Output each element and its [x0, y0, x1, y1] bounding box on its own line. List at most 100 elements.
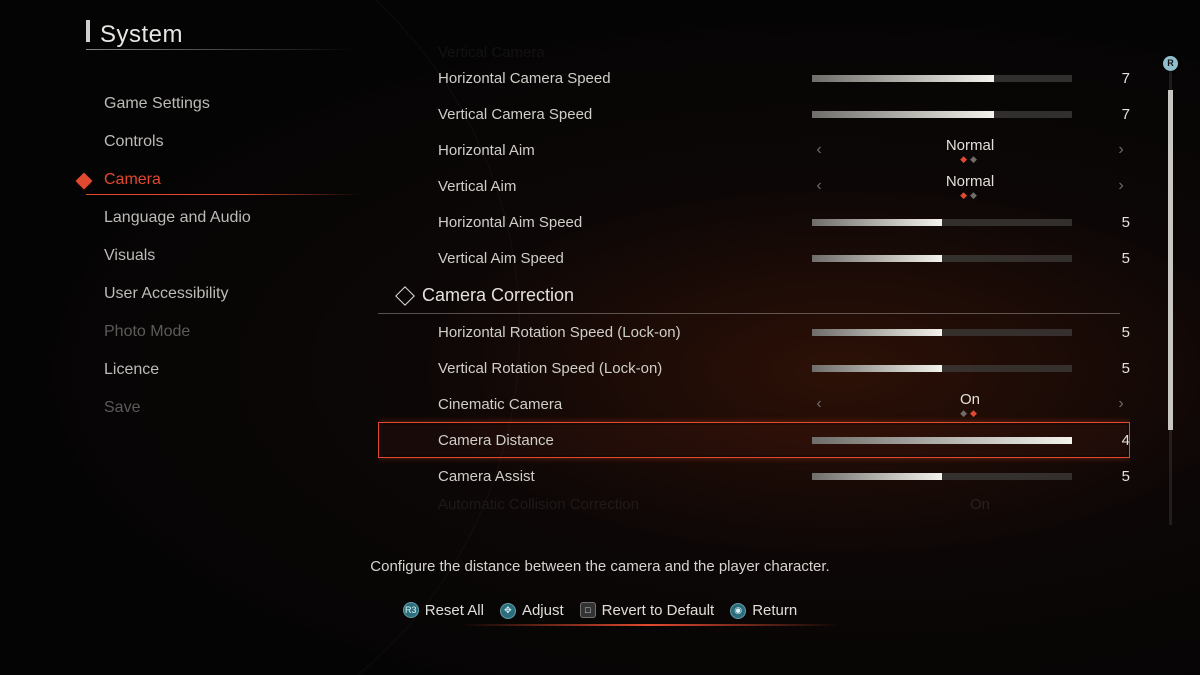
setting-row-vertical-rotation-speed-lock-on-[interactable]: Vertical Rotation Speed (Lock-on)5 [378, 350, 1130, 386]
section-header-camera-correction: Camera Correction [378, 278, 1120, 314]
hint-label: Return [752, 602, 797, 619]
header-mark-icon [86, 20, 90, 42]
sidebar-item-user-accessibility[interactable]: User Accessibility [86, 275, 356, 313]
sidebar-item-label: Photo Mode [104, 323, 190, 340]
slider-track[interactable] [812, 365, 1072, 372]
diamond-icon [76, 173, 93, 190]
hint-reset-all: R3 Reset All [403, 602, 484, 619]
slider-control[interactable]: 5 [778, 214, 1130, 231]
chevron-left-icon[interactable]: ‹ [810, 177, 828, 195]
selector-control[interactable]: ‹Normal◆◆› [810, 137, 1130, 163]
slider-value: 5 [1090, 468, 1130, 485]
slider-fill [812, 473, 942, 480]
setting-row-vertical-aim[interactable]: Vertical Aim‹Normal◆◆› [378, 168, 1130, 204]
chevron-left-icon[interactable]: ‹ [810, 395, 828, 413]
setting-row-ghost-top: Vertical Camera [378, 44, 1130, 60]
selector-control[interactable]: ‹Normal◆◆› [810, 173, 1130, 199]
button-prompt-icon: ◉ [730, 603, 746, 619]
sidebar-item-licence[interactable]: Licence [86, 351, 356, 389]
slider-control[interactable]: 5 [778, 250, 1130, 267]
hint-label: Reset All [425, 602, 484, 619]
setting-row-camera-distance[interactable]: Camera Distance 4 [378, 422, 1130, 458]
sidebar-item-language-and-audio[interactable]: Language and Audio [86, 199, 356, 237]
sidebar-item-label: Visuals [104, 247, 155, 264]
button-prompt-icon: R3 [403, 602, 419, 618]
slider-value: 4 [1090, 432, 1130, 449]
sidebar-item-label: Camera [104, 171, 161, 188]
slider-track[interactable] [812, 437, 1072, 444]
setting-label: Horizontal Aim Speed [438, 214, 778, 231]
slider-control[interactable]: 5 [778, 324, 1130, 341]
selector-center: On◆◆ [828, 391, 1112, 417]
right-stick-icon: R [1163, 56, 1178, 71]
button-prompt-icon: ✥ [500, 603, 516, 619]
selector-value: Normal [828, 173, 1112, 190]
slider-track[interactable] [812, 219, 1072, 226]
slider-value: 7 [1090, 70, 1130, 87]
selector-dots: ◆◆ [828, 155, 1112, 163]
setting-row-vertical-camera-speed[interactable]: Vertical Camera Speed 7 [378, 96, 1130, 132]
slider-control[interactable]: 7 [778, 70, 1130, 87]
section-title-label: Camera Correction [422, 285, 574, 306]
sidebar-item-save[interactable]: Save [86, 389, 356, 427]
chevron-right-icon[interactable]: › [1112, 177, 1130, 195]
hints-underline [460, 624, 840, 626]
selector-center: Normal◆◆ [828, 173, 1112, 199]
slider-value: 5 [1090, 214, 1130, 231]
setting-row-horizontal-aim-speed[interactable]: Horizontal Aim Speed 5 [378, 204, 1130, 240]
setting-label: Horizontal Camera Speed [438, 70, 778, 87]
chevron-left-icon[interactable]: ‹ [810, 141, 828, 159]
slider-track[interactable] [812, 329, 1072, 336]
sidebar-item-controls[interactable]: Controls [86, 123, 356, 161]
slider-track[interactable] [812, 473, 1072, 480]
selector-value: On [970, 496, 990, 513]
button-prompt-icon: □ [580, 602, 596, 618]
chevron-right-icon[interactable]: › [1112, 141, 1130, 159]
slider-value: 7 [1090, 106, 1130, 123]
sidebar-item-label: Controls [104, 133, 164, 150]
slider-control[interactable]: 4 [778, 432, 1130, 449]
slider-control[interactable]: 7 [778, 106, 1130, 123]
sidebar-item-game-settings[interactable]: Game Settings [86, 85, 356, 123]
selector-control[interactable]: ‹On◆◆› [810, 391, 1130, 417]
setting-row-camera-assist[interactable]: Camera Assist 5 [378, 458, 1130, 494]
setting-row-horizontal-aim[interactable]: Horizontal Aim‹Normal◆◆› [378, 132, 1130, 168]
slider-track[interactable] [812, 75, 1072, 82]
slider-value: 5 [1090, 360, 1130, 377]
slider-fill [812, 255, 942, 262]
scroll-thumb[interactable] [1168, 90, 1173, 430]
setting-label: Cinematic Camera [438, 396, 778, 413]
setting-label: Automatic Collision Correction [438, 496, 778, 513]
setting-label: Vertical Camera Speed [438, 106, 778, 123]
setting-row-horizontal-camera-speed[interactable]: Horizontal Camera Speed 7 [378, 60, 1130, 96]
setting-row-cinematic-camera[interactable]: Cinematic Camera ‹On◆◆› [378, 386, 1130, 422]
setting-label: Horizontal Rotation Speed (Lock-on) [438, 324, 778, 341]
setting-row-vertical-aim-speed[interactable]: Vertical Aim Speed5 [378, 240, 1130, 276]
chevron-right-icon[interactable]: › [1112, 395, 1130, 413]
setting-description: Configure the distance between the camer… [0, 558, 1200, 575]
slider-fill [812, 365, 942, 372]
sidebar-item-camera[interactable]: Camera [86, 161, 356, 199]
page-header: System [86, 20, 183, 49]
setting-label: Camera Distance [438, 432, 778, 449]
sidebar-item-photo-mode[interactable]: Photo Mode [86, 313, 356, 351]
hint-revert-to-default: □Revert to Default [580, 602, 715, 619]
setting-row-ghost-bottom: Automatic Collision Correction On [378, 494, 1130, 514]
slider-track[interactable] [812, 111, 1072, 118]
diamond-outline-icon [395, 286, 415, 306]
selector-dots: ◆◆ [828, 191, 1112, 199]
setting-label: Camera Assist [438, 468, 778, 485]
slider-track[interactable] [812, 255, 1072, 262]
setting-label: Vertical Camera [438, 44, 778, 61]
sidebar-item-label: Language and Audio [104, 209, 251, 226]
slider-value: 5 [1090, 250, 1130, 267]
selector-dots: ◆◆ [828, 409, 1112, 417]
hint-label: Adjust [522, 602, 564, 619]
setting-row-horizontal-rotation-speed-lock-on-[interactable]: Horizontal Rotation Speed (Lock-on)5 [378, 314, 1130, 350]
slider-control[interactable]: 5 [778, 468, 1130, 485]
sidebar-item-visuals[interactable]: Visuals [86, 237, 356, 275]
slider-control[interactable]: 5 [778, 360, 1130, 377]
page-title: System [100, 21, 183, 49]
slider-fill [812, 75, 994, 82]
sidebar-item-label: Licence [104, 361, 159, 378]
